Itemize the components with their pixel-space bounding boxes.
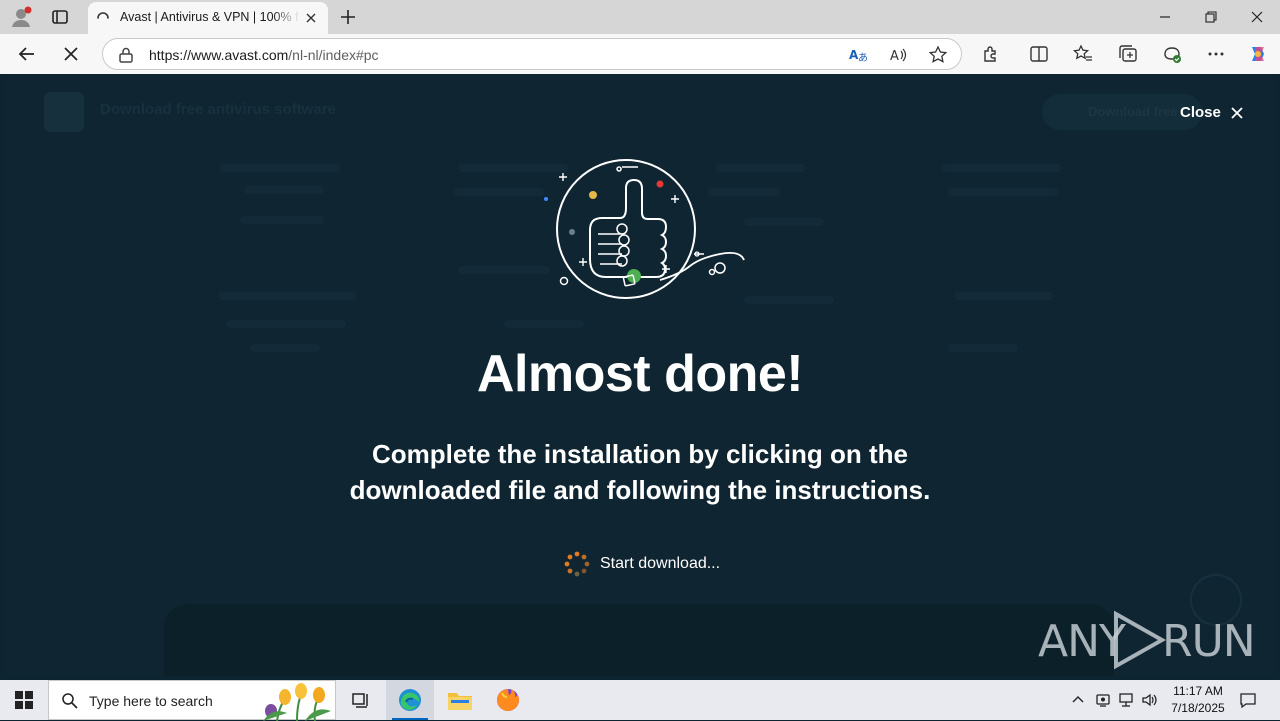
browser-tab-active[interactable]: Avast | Antivirus & VPN | 100% free (88, 2, 328, 34)
play-logo-icon (1114, 610, 1167, 670)
notifications-icon[interactable] (1238, 690, 1258, 710)
favorite-star-icon[interactable] (928, 45, 948, 65)
meet-now-icon[interactable] (1093, 690, 1113, 710)
windows-start-icon[interactable] (0, 680, 48, 720)
background-logo (44, 92, 84, 132)
close-button[interactable]: Close (1180, 104, 1243, 121)
thumbs-up-illustration (544, 159, 745, 299)
file-explorer-icon[interactable] (436, 680, 484, 720)
minimize-icon[interactable] (1142, 4, 1188, 30)
network-icon[interactable] (1116, 690, 1136, 710)
page-viewport: Download free antivirus software Downloa… (4, 74, 1276, 676)
background-text-line (942, 164, 1062, 172)
search-placeholder: Type here to search (89, 693, 213, 709)
background-text-line (948, 188, 1058, 196)
search-icon (61, 692, 79, 710)
background-text-line (220, 164, 340, 172)
background-text-line (244, 186, 324, 194)
loading-spinner-icon (96, 11, 110, 25)
background-text-line (240, 216, 324, 224)
taskbar-search-box[interactable]: Type here to search (48, 680, 336, 721)
translate-icon[interactable]: Aあ (848, 45, 868, 65)
address-bar[interactable]: https://www.avast.com/nl-nl/index#pc Aあ … (102, 38, 962, 70)
taskbar: Type here to search 11:17 AM 7/18/2025 (0, 680, 1280, 721)
background-card (164, 604, 1114, 676)
restore-icon[interactable] (1188, 4, 1234, 30)
task-view-icon[interactable] (336, 680, 384, 720)
svg-text:あ: あ (858, 52, 868, 64)
tab-actions-icon[interactable] (50, 7, 70, 27)
show-hidden-icons-chevron-icon[interactable] (1068, 690, 1088, 710)
anyrun-watermark: ANY RUN (1038, 606, 1256, 670)
status-text: Start download... (600, 555, 721, 572)
svg-text:A: A (890, 49, 899, 64)
background-text-line (744, 296, 834, 304)
profile-avatar-icon[interactable] (10, 6, 32, 28)
tab-close-icon[interactable] (304, 11, 318, 25)
firefox-icon[interactable] (484, 680, 532, 720)
browser-essentials-icon[interactable] (1160, 42, 1184, 66)
split-screen-icon[interactable] (1027, 42, 1051, 66)
tab-title: Avast | Antivirus & VPN | 100% free (120, 10, 300, 24)
background-text-line (218, 292, 356, 300)
read-aloud-icon[interactable]: A (888, 45, 908, 65)
background-text-line (458, 266, 550, 274)
background-text-line (504, 320, 584, 328)
close-label: Close (1180, 104, 1221, 121)
background-text-line (226, 320, 346, 328)
navigation-bar: https://www.avast.com/nl-nl/index#pc Aあ … (0, 34, 1280, 74)
collections-icon[interactable] (1116, 42, 1140, 66)
tulips-decoration-icon (263, 683, 331, 721)
volume-icon[interactable] (1140, 690, 1160, 710)
background-text-line (954, 292, 1054, 300)
extensions-icon[interactable] (979, 42, 1003, 66)
download-status: Start download... (564, 551, 720, 577)
instruction-line-1: Complete the installation by clicking on… (372, 439, 908, 469)
window-close-icon[interactable] (1234, 4, 1280, 30)
copilot-icon[interactable] (1246, 42, 1270, 66)
more-options-icon[interactable] (1204, 42, 1228, 66)
background-text-line (744, 218, 824, 226)
instruction-text: Complete the installation by clicking on… (340, 436, 940, 508)
site-info-lock-icon[interactable] (117, 46, 135, 64)
tab-strip: Avast | Antivirus & VPN | 100% free (0, 0, 1280, 34)
back-arrow-icon[interactable] (14, 41, 40, 67)
background-text-line (454, 188, 544, 196)
instruction-line-2: downloaded file and following the instru… (349, 475, 931, 505)
close-x-icon (1231, 106, 1243, 119)
clock-time: 11:17 AM (1173, 684, 1223, 698)
url-text: https://www.avast.com/nl-nl/index#pc (149, 47, 379, 63)
loading-dots-icon (564, 551, 590, 577)
background-header-text: Download free antivirus software (100, 101, 336, 118)
headline: Almost done! (476, 345, 804, 403)
favorites-icon[interactable] (1071, 42, 1095, 66)
clock-date: 7/18/2025 (1171, 701, 1225, 715)
stop-loading-icon[interactable] (58, 41, 84, 67)
background-download-button: Download free (1042, 94, 1202, 130)
new-tab-icon[interactable] (338, 7, 358, 27)
system-clock[interactable]: 11:17 AM 7/18/2025 (1162, 683, 1234, 717)
edge-taskbar-icon[interactable] (386, 680, 434, 720)
